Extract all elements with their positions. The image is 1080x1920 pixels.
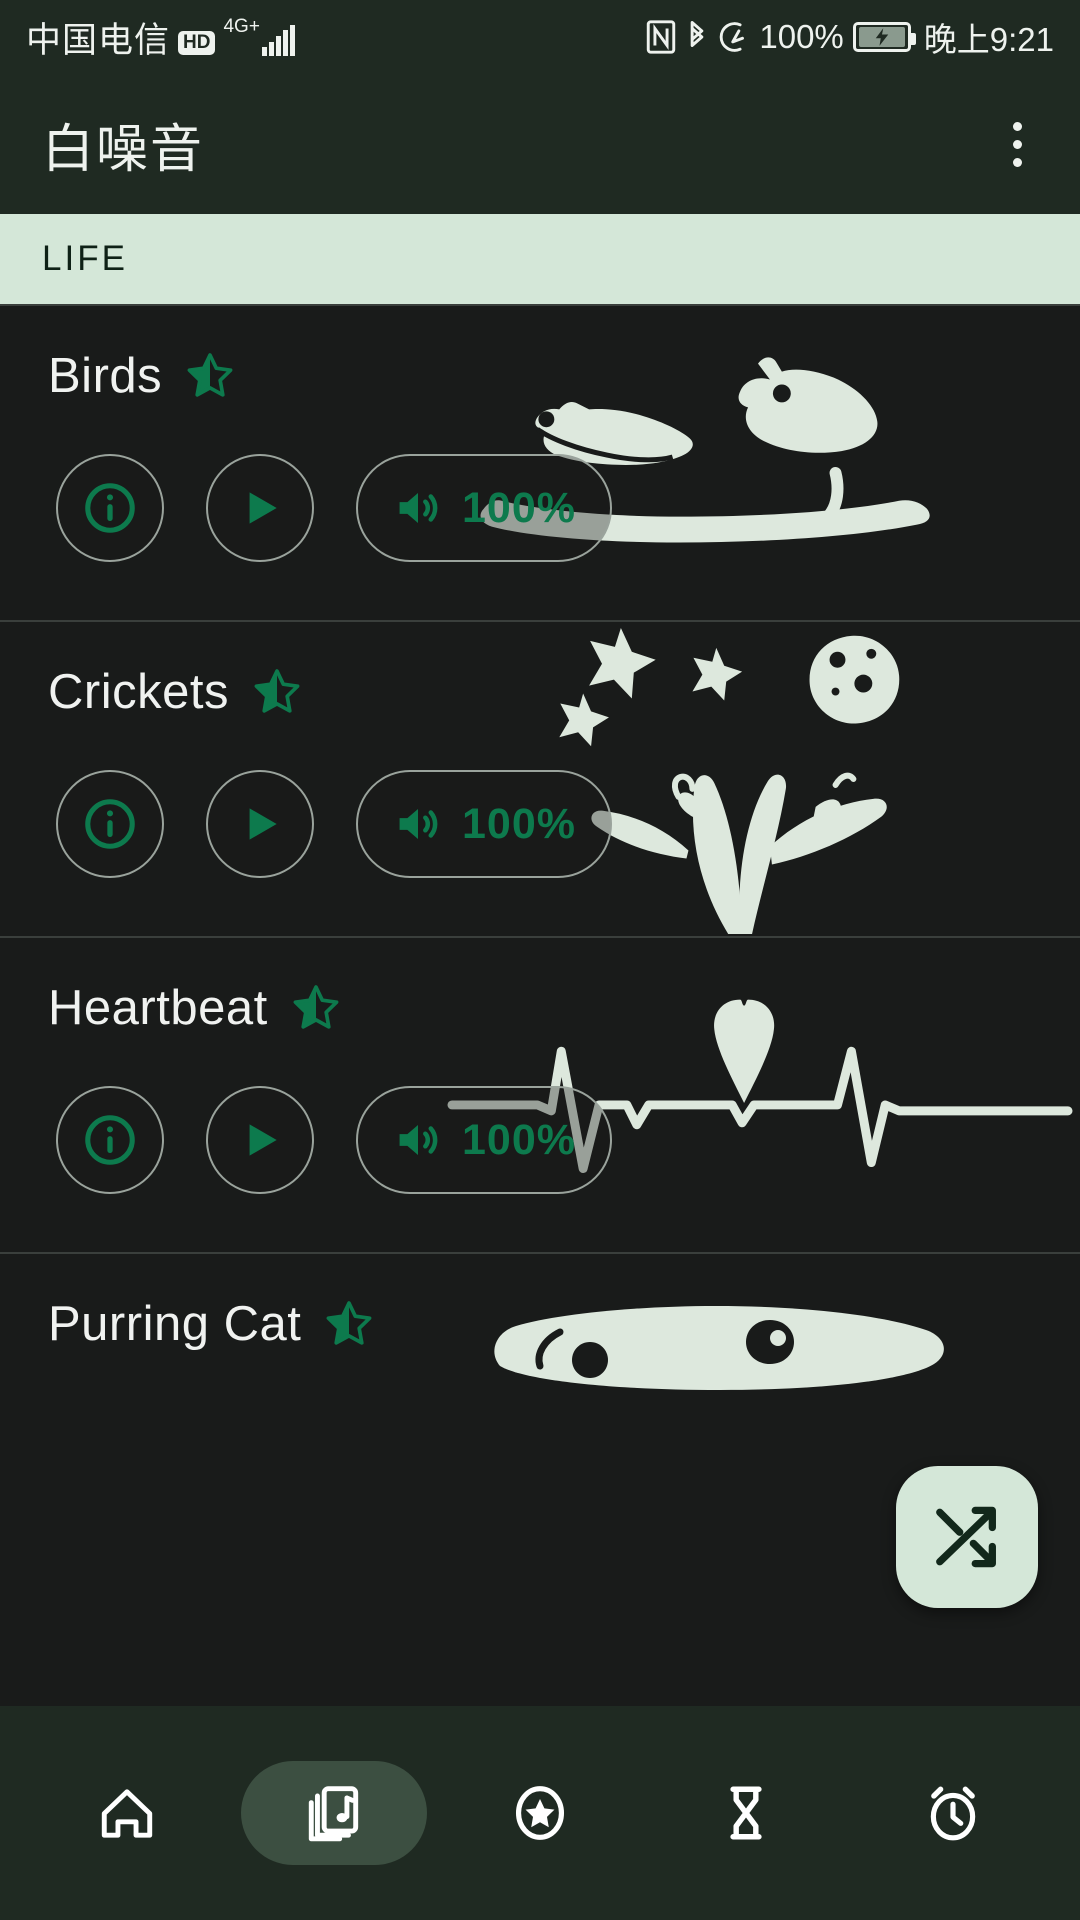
- sound-name: Heartbeat: [48, 981, 268, 1035]
- volume-button[interactable]: 100%: [356, 1086, 612, 1194]
- sound-name: Purring Cat: [48, 1297, 302, 1351]
- info-icon: [85, 1115, 135, 1165]
- page-title: 白噪音: [42, 120, 205, 179]
- alarm-clock-icon: [930, 1786, 975, 1841]
- clock-label: 晚上9:21: [923, 21, 1054, 58]
- section-header-life: LIFE: [0, 214, 1080, 306]
- kebab-dot: [1013, 157, 1022, 167]
- info-button[interactable]: [56, 454, 164, 562]
- sound-title-heartbeat: Heartbeat: [48, 980, 342, 1036]
- app-bar: 白噪音: [0, 74, 1080, 214]
- sound-title-purring-cat: Purring Cat: [48, 1296, 375, 1352]
- play-icon: [249, 1124, 277, 1156]
- music-library-icon: [308, 1786, 358, 1842]
- play-button[interactable]: [206, 1086, 314, 1194]
- play-icon: [249, 492, 277, 524]
- nav-item-home[interactable]: [34, 1761, 220, 1865]
- network-indicator: 4G+: [223, 15, 295, 56]
- volume-icon: [399, 1125, 438, 1155]
- nfc-icon: [646, 20, 676, 54]
- app-screen: 中国电信 HD 4G+ 100% 晚上9:21 白噪音 LIFE Birds 1…: [0, 0, 1080, 1920]
- cat-illustration: [440, 1254, 1080, 1424]
- section-header-label: LIFE: [42, 239, 128, 278]
- info-button[interactable]: [56, 770, 164, 878]
- sound-row-birds[interactable]: Birds 100%: [0, 306, 1080, 622]
- sound-row-heartbeat[interactable]: Heartbeat 100%: [0, 938, 1080, 1254]
- volume-icon: [399, 809, 438, 839]
- kebab-dot: [1013, 121, 1022, 131]
- sound-name: Birds: [48, 349, 163, 403]
- sound-title-birds: Birds: [48, 348, 236, 404]
- data-saver-icon: [718, 20, 750, 54]
- nav-item-favorites[interactable]: [447, 1761, 633, 1865]
- bottom-navigation: [0, 1706, 1080, 1920]
- volume-icon: [399, 493, 438, 523]
- play-button[interactable]: [206, 770, 314, 878]
- info-icon: [85, 799, 135, 849]
- half-star-icon[interactable]: [290, 982, 342, 1034]
- sound-row-purring-cat[interactable]: Purring Cat: [0, 1254, 1080, 1424]
- status-bar-right: 100% 晚上9:21: [646, 13, 1054, 61]
- sound-row-crickets[interactable]: Crickets 100%: [0, 622, 1080, 938]
- play-button[interactable]: [206, 454, 314, 562]
- network-type-label: 4G+: [223, 15, 260, 37]
- star-circle-icon: [515, 1786, 564, 1840]
- volume-value: 100%: [462, 1115, 576, 1164]
- hd-badge: HD: [178, 30, 216, 55]
- carrier-label: 中国电信: [26, 20, 171, 60]
- half-star-icon[interactable]: [251, 666, 303, 718]
- info-button[interactable]: [56, 1086, 164, 1194]
- volume-button[interactable]: 100%: [356, 454, 612, 562]
- battery-charging-icon: [852, 22, 916, 52]
- half-star-icon[interactable]: [323, 1298, 375, 1350]
- sound-controls-heartbeat: 100%: [56, 1086, 612, 1194]
- volume-value: 100%: [462, 483, 576, 532]
- info-icon: [85, 483, 135, 533]
- kebab-dot: [1013, 139, 1022, 149]
- volume-value: 100%: [462, 799, 576, 848]
- shuffle-fab-button[interactable]: [896, 1466, 1038, 1608]
- home-icon: [102, 1789, 153, 1838]
- nav-item-timer[interactable]: [653, 1761, 839, 1865]
- nav-item-alarm[interactable]: [860, 1761, 1046, 1865]
- volume-button[interactable]: 100%: [356, 770, 612, 878]
- bluetooth-icon: [685, 20, 709, 54]
- play-icon: [249, 808, 277, 840]
- sound-title-crickets: Crickets: [48, 664, 303, 720]
- nav-item-sounds[interactable]: [240, 1761, 427, 1865]
- shuffle-icon: [936, 1506, 996, 1568]
- sound-controls-birds: 100%: [56, 454, 612, 562]
- status-bar: 中国电信 HD 4G+ 100% 晚上9:21: [0, 0, 1080, 74]
- sound-name: Crickets: [48, 665, 229, 719]
- sound-list: Birds 100% Crickets 100% Heartbeat 100% …: [0, 306, 1080, 1424]
- signal-bars-icon: [261, 24, 295, 56]
- half-star-icon[interactable]: [184, 350, 236, 402]
- sound-controls-crickets: 100%: [56, 770, 612, 878]
- battery-percent-label: 100%: [759, 18, 844, 55]
- overflow-menu-button[interactable]: [997, 108, 1038, 181]
- status-bar-left: 中国电信 HD 4G+: [26, 17, 295, 58]
- hourglass-icon: [730, 1786, 762, 1840]
